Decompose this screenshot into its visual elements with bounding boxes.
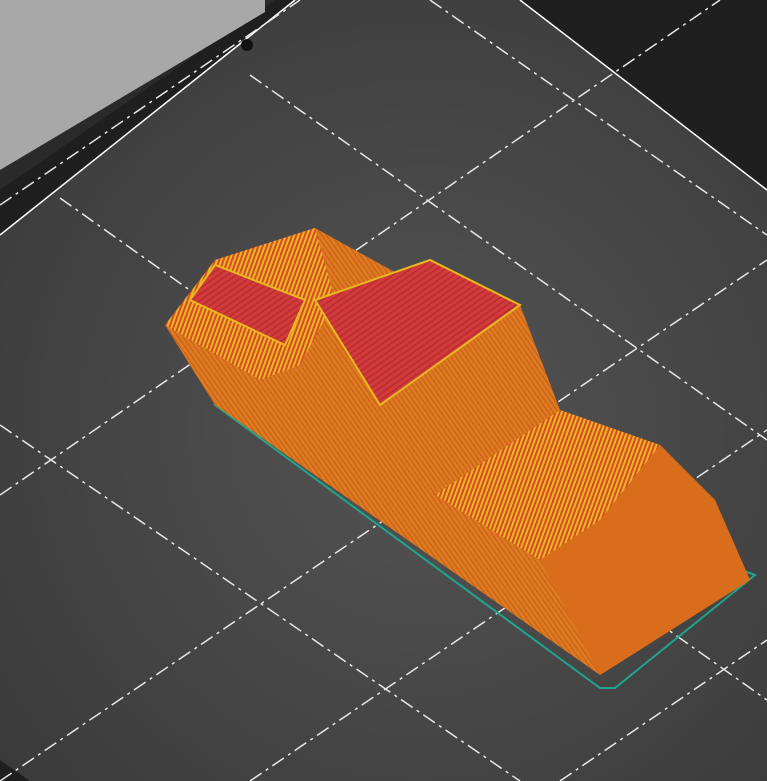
bed-pin: [241, 39, 253, 51]
3d-preview-viewport[interactable]: [0, 0, 767, 781]
3d-scene[interactable]: [0, 0, 767, 781]
